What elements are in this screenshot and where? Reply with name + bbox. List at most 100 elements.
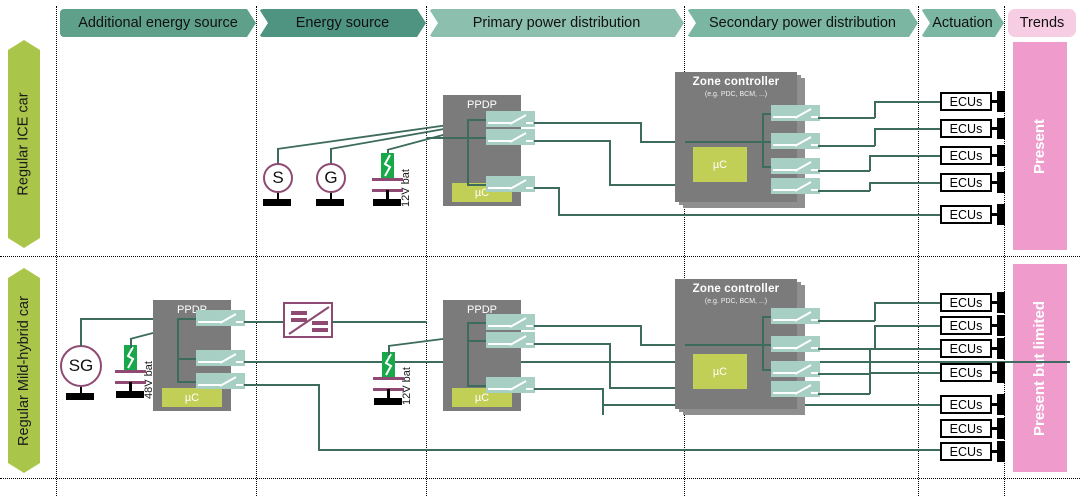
zone-bus-row1 xyxy=(762,113,764,167)
ppdp-input-feed xyxy=(426,137,468,139)
wire-sg-up xyxy=(80,318,82,346)
ecu-row2-2: ECUs xyxy=(940,316,992,335)
ppdp48-switch-3 xyxy=(196,373,245,389)
zone-controller-uc: µC xyxy=(693,147,747,182)
ppdp12-out1 xyxy=(534,325,641,327)
column-divider xyxy=(918,6,919,496)
actuator-stem-row2-7 xyxy=(991,450,998,453)
ecu-row2-5: ECUs xyxy=(940,395,992,414)
ecu-label: ECUs xyxy=(949,148,983,163)
ecu-row1-3: ECUs xyxy=(940,146,992,165)
header-primary-power-distribution: Primary power distribution xyxy=(429,9,684,37)
starter-ground xyxy=(263,199,291,206)
battery-48v-cell xyxy=(124,345,137,370)
header-label: Secondary power distribution xyxy=(709,15,896,31)
ecu-row2-1: ECUs xyxy=(940,293,992,312)
ecu-label: ECUs xyxy=(949,421,983,436)
ecu-row1-2: ECUs xyxy=(940,119,992,138)
header-label: Trends xyxy=(1019,15,1065,31)
header-additional-energy-source: Additional energy source xyxy=(60,9,256,37)
ppdp48-out3 xyxy=(244,384,319,386)
header-energy-source: Energy source xyxy=(259,9,426,37)
battery-12v-label: 12V bat xyxy=(400,168,413,207)
header-secondary-power-distribution: Secondary power distribution xyxy=(687,9,918,37)
ecu-label: ECUs xyxy=(949,121,983,136)
ppdp48-bus xyxy=(177,318,179,382)
ecu-row1-1: ECUs xyxy=(940,92,992,111)
zone-out3 xyxy=(818,170,870,172)
zone-row2-switch-2 xyxy=(771,336,820,352)
actuator-stem-row2-1 xyxy=(991,301,998,304)
actuator-row2-3 xyxy=(997,338,1005,359)
actuator-row2-7 xyxy=(997,441,1005,462)
battery-12v-row2-ground xyxy=(374,398,402,405)
dc-dc-converter xyxy=(283,302,333,338)
wire-starter-up xyxy=(277,148,279,164)
ppdp48-out3-to-ecu7 xyxy=(318,449,940,451)
ppdp48-switch-2 xyxy=(196,350,245,366)
ppdp12-switch-2 xyxy=(486,332,535,348)
generator-label: G xyxy=(324,168,338,187)
zone-row2-out3-rise xyxy=(869,349,871,374)
ecu-label: ECUs xyxy=(949,444,983,459)
ppdp12-switch-1 xyxy=(486,314,535,330)
actuator-stem-row2-2 xyxy=(991,324,998,327)
trend-text: Present but limited xyxy=(1031,300,1049,436)
zone-out1 xyxy=(818,117,875,119)
starter-symbol: S xyxy=(263,163,293,193)
actuator-stem-row2-3 xyxy=(991,347,998,350)
actuator-row2-2 xyxy=(997,315,1005,336)
ppdp12-out2-drop xyxy=(609,343,611,388)
zone-row2-out1-to-ecu1 xyxy=(874,302,940,304)
ppdp48-out3-drop xyxy=(318,384,320,450)
ppdp48-out1-to-dcdc xyxy=(244,321,284,323)
actuator-row1-5 xyxy=(997,204,1005,225)
ppdp12-out3 xyxy=(534,388,603,390)
battery-12v-row2-label-wrap: 12V bat xyxy=(399,358,415,413)
ppdp-out2-drop xyxy=(609,140,611,185)
column-divider xyxy=(256,6,257,496)
ppdp-out2 xyxy=(534,140,610,142)
zone-row2-out3 xyxy=(818,373,870,375)
ecu-row1-4: ECUs xyxy=(940,173,992,192)
ecu-label: ECUs xyxy=(949,318,983,333)
zone-controller-title: Zone controller xyxy=(692,76,780,88)
row-label-text: Regular ICE car xyxy=(16,92,32,196)
actuator-row1-1 xyxy=(997,91,1005,112)
ecu-label: ECUs xyxy=(949,365,983,380)
ppdp12-out2-to-zone xyxy=(609,387,685,389)
ecu-row2-7: ECUs xyxy=(940,442,992,461)
starter-generator-label: SG xyxy=(68,356,94,375)
header-label: Additional energy source xyxy=(78,15,238,31)
wire-dcdc-out xyxy=(332,321,427,323)
row-label-regular-mild-hybrid-car: Regular Mild-hybrid car xyxy=(8,268,40,473)
header-label: Actuation xyxy=(932,15,993,31)
actuator-stem-row2-4 xyxy=(991,371,998,374)
ppdp-out3-to-ecu5 xyxy=(558,214,940,216)
ppdp-12v-uc-label: µC xyxy=(474,391,490,404)
ppdp-title: PPDP xyxy=(467,99,497,111)
battery-12v-row2-cell xyxy=(382,352,395,377)
ppdp-out1 xyxy=(534,122,641,124)
actuator-stem-row1-2 xyxy=(991,127,998,130)
header-trends: Trends xyxy=(1008,9,1076,37)
zone-switch-1 xyxy=(771,105,820,121)
actuator-stem-row1-5 xyxy=(991,213,998,216)
zone-row2-out2 xyxy=(818,348,875,350)
row-label-regular-ice-car: Regular ICE car xyxy=(8,40,40,248)
ppdp12-out2 xyxy=(534,343,610,345)
battery-12v-label-wrap: 12V bat xyxy=(398,160,414,215)
zone-row2-out4-rise xyxy=(869,373,871,394)
ppdp-out3 xyxy=(534,187,559,189)
ecu-label: ECUs xyxy=(949,175,983,190)
ecu-label: ECUs xyxy=(949,295,983,310)
ecu-row2-6: ECUs xyxy=(940,419,992,438)
zone-out2-rise xyxy=(874,129,876,146)
row-divider xyxy=(0,478,1080,479)
zone-controller-uc-label: µC xyxy=(712,158,728,171)
zone-out3-to-ecu3 xyxy=(869,155,940,157)
zone-out2-to-ecu2 xyxy=(874,128,940,130)
zone-out1-to-ecu1 xyxy=(874,101,940,103)
actuator-row2-5 xyxy=(997,394,1005,415)
actuator-stem-row2-5 xyxy=(991,403,998,406)
